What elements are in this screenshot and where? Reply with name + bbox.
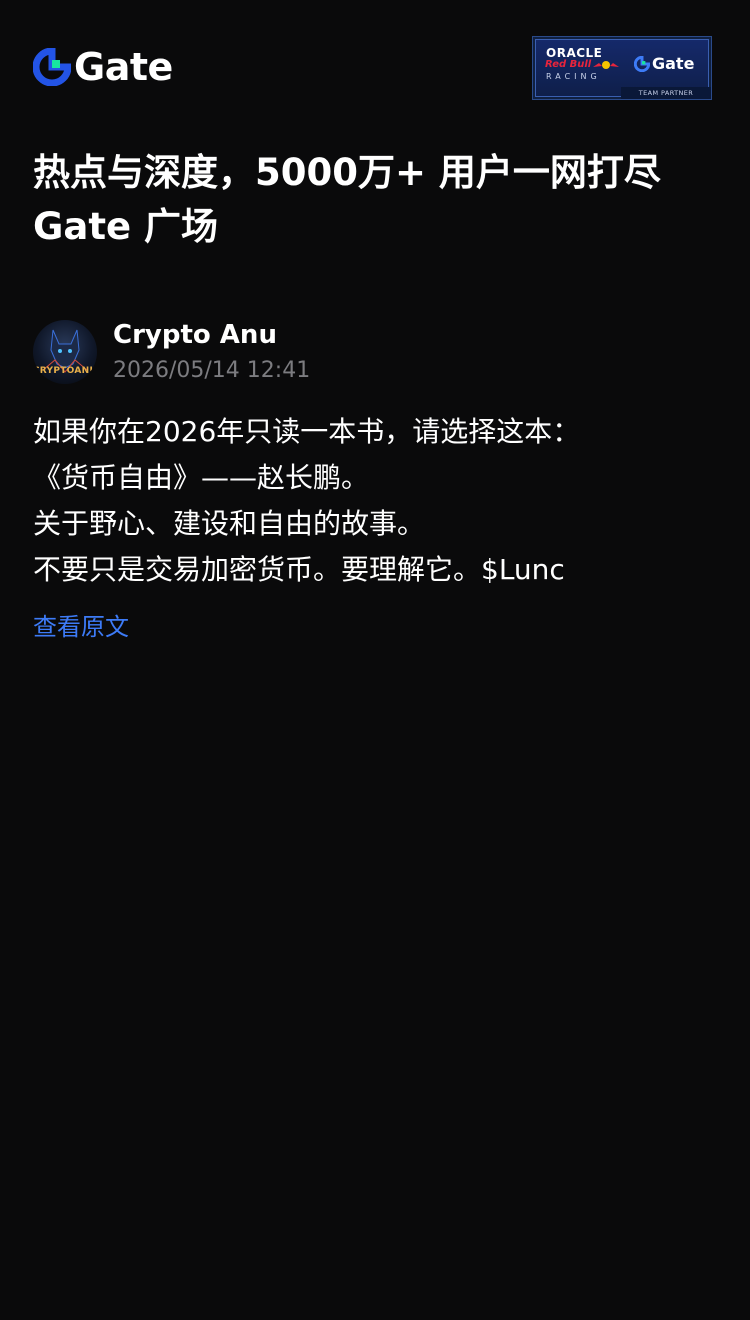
partner-gate-icon bbox=[634, 55, 650, 72]
gate-logo-icon bbox=[33, 48, 71, 86]
post-timestamp: 2026/05/14 12:41 bbox=[113, 358, 311, 383]
partner-oracle-text: ORACLE bbox=[546, 46, 603, 60]
post-body: 如果你在2026年只读一本书，请选择这本： 《货币自由》——赵长鹏。 关于野心、… bbox=[33, 409, 723, 593]
headline-line-2: Gate 广场 bbox=[33, 205, 218, 248]
author-block: CRYPTOANU Crypto Anu 2026/05/14 12:41 bbox=[33, 318, 723, 388]
avatar-text: CRYPTOANU bbox=[33, 366, 97, 376]
gate-logo[interactable]: Gate bbox=[33, 46, 173, 88]
team-partner-badge: ORACLE Red Bull RACING Gate TEAM PARTNER bbox=[532, 36, 712, 100]
page: Gate ORACLE Red Bull RACING Gate TEAM PA… bbox=[0, 0, 750, 1320]
post-line: 不要只是交易加密货币。要理解它。$Lunc bbox=[33, 553, 565, 586]
post-line: 关于野心、建设和自由的故事。 bbox=[33, 507, 426, 540]
logo-text: Gate bbox=[74, 45, 173, 89]
header: Gate ORACLE Red Bull RACING Gate TEAM PA… bbox=[0, 0, 750, 130]
partner-gate-logo: Gate bbox=[634, 54, 694, 73]
page-headline: 热点与深度，5000万+ 用户一网打尽 Gate 广场 bbox=[33, 146, 723, 254]
avatar[interactable]: CRYPTOANU bbox=[33, 320, 97, 384]
redbull-bull-icon bbox=[593, 61, 619, 69]
headline-line-1: 热点与深度，5000万+ 用户一网打尽 bbox=[33, 151, 661, 194]
post-line: 《货币自由》——赵长鹏。 bbox=[33, 461, 370, 494]
partner-gate-text: Gate bbox=[652, 54, 695, 73]
partner-redbull-text: Red Bull bbox=[545, 59, 592, 70]
partner-team-partner-text: TEAM PARTNER bbox=[621, 87, 711, 99]
view-original-link[interactable]: 查看原文 bbox=[33, 610, 129, 644]
author-name[interactable]: Crypto Anu bbox=[113, 318, 277, 352]
partner-racing-text: RACING bbox=[546, 72, 601, 81]
post-line: 如果你在2026年只读一本书，请选择这本： bbox=[33, 415, 581, 448]
